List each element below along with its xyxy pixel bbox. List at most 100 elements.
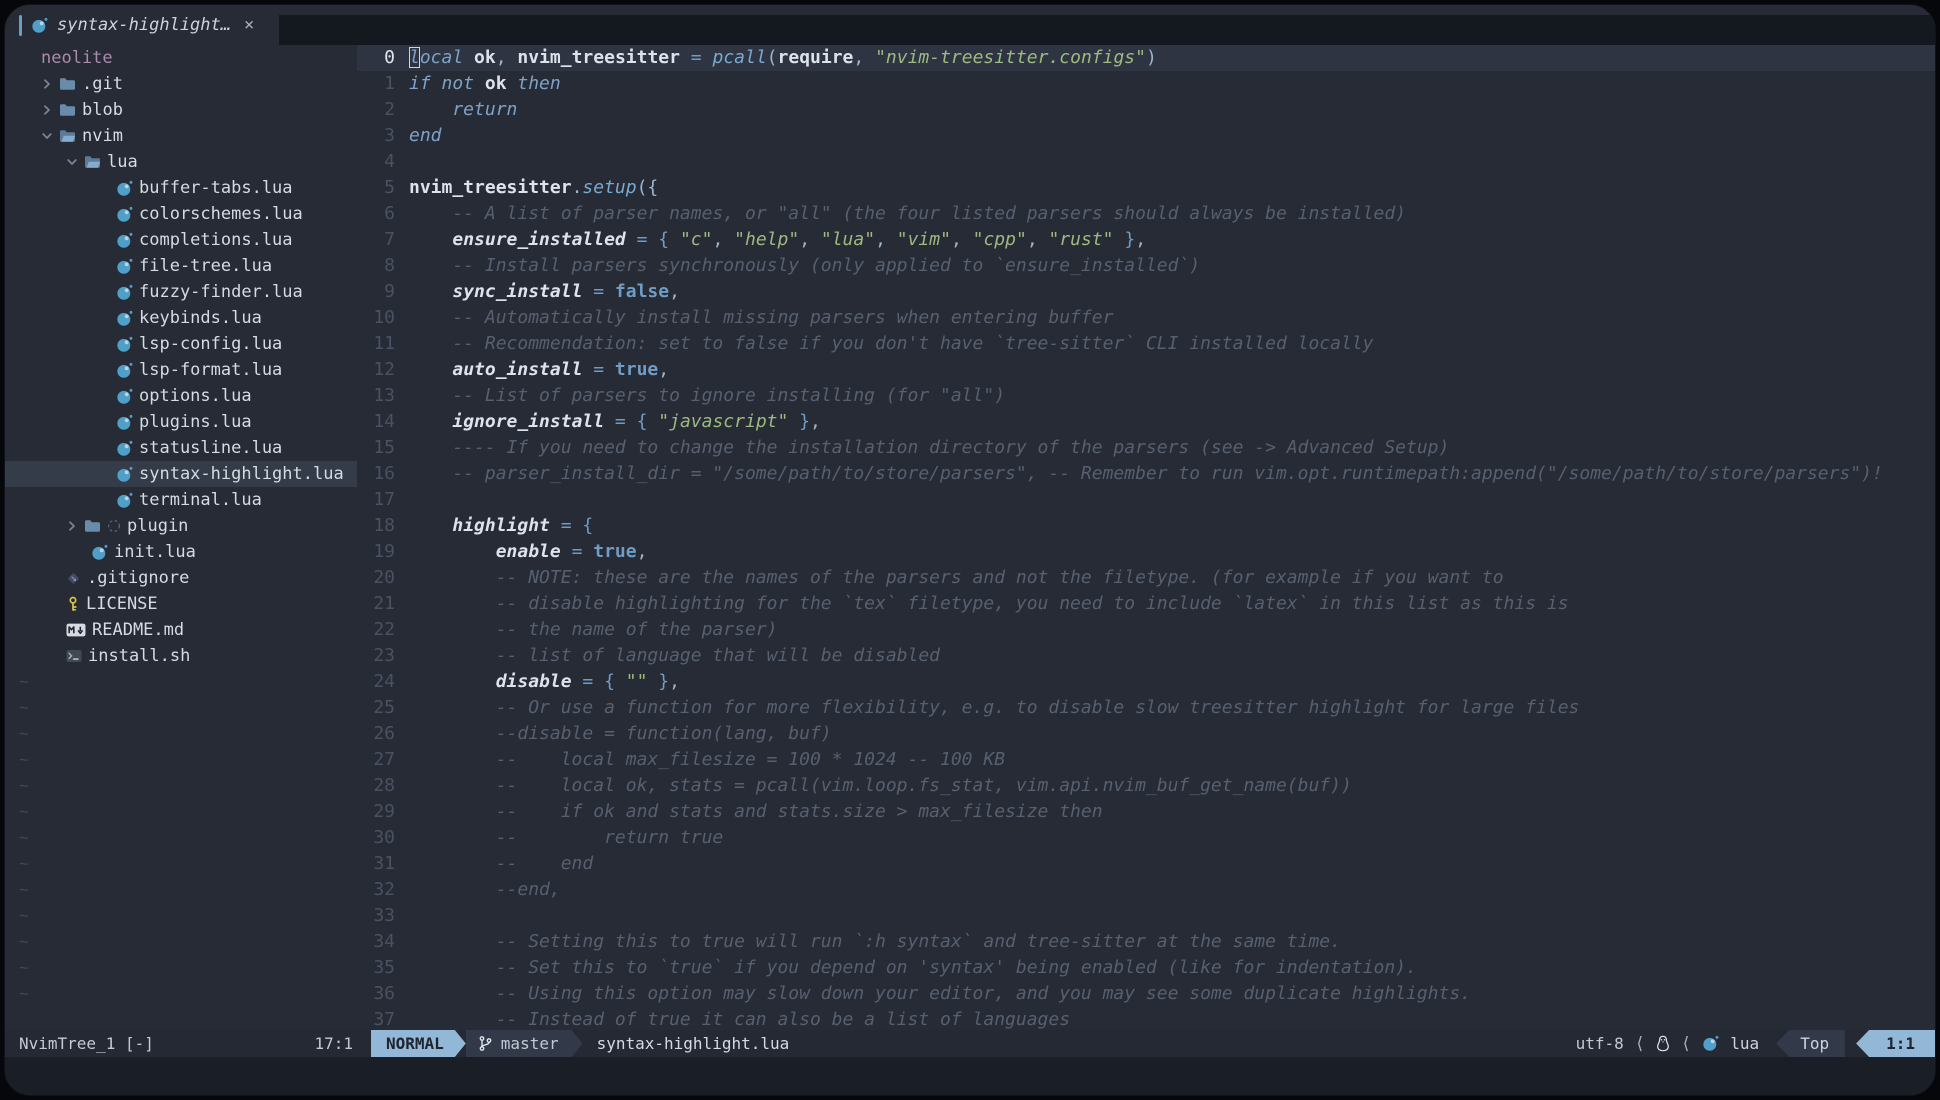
mode-indicator: NORMAL	[371, 1030, 466, 1057]
code-line-23[interactable]: 23 -- list of language that will be disa…	[357, 643, 1935, 669]
tree-item-terminal.lua[interactable]: terminal.lua	[5, 487, 357, 513]
tree-item-label: syntax-highlight.lua	[139, 464, 344, 484]
tree-item-fuzzy-finder.lua[interactable]: fuzzy-finder.lua	[5, 279, 357, 305]
code-line-8[interactable]: 8 -- Install parsers synchronously (only…	[357, 253, 1935, 279]
code-line-22[interactable]: 22 -- the name of the parser)	[357, 617, 1935, 643]
code-line-5[interactable]: 5nvim_treesitter.setup({	[357, 175, 1935, 201]
tree-item-init.lua[interactable]: init.lua	[5, 539, 357, 565]
code-line-11[interactable]: 11 -- Recommendation: set to false if yo…	[357, 331, 1935, 357]
tree-item-label: .gitignore	[87, 568, 189, 588]
tree-item-colorschemes.lua[interactable]: colorschemes.lua	[5, 201, 357, 227]
tree-item-completions.lua[interactable]: completions.lua	[5, 227, 357, 253]
buffer-tab[interactable]: syntax-highlight… ×	[5, 5, 279, 45]
code-editor[interactable]: 0local ok, nvim_treesitter = pcall(requi…	[357, 45, 1935, 1030]
code-line-35[interactable]: 35 -- Set this to `true` if you depend o…	[357, 955, 1935, 981]
tree-item-nvim[interactable]: nvim	[5, 123, 357, 149]
tree-item-options.lua[interactable]: options.lua	[5, 383, 357, 409]
code-line-32[interactable]: 32 --end,	[357, 877, 1935, 903]
code-line-34[interactable]: 34 -- Setting this to true will run `:h …	[357, 929, 1935, 955]
chevron-right-icon[interactable]	[41, 78, 53, 90]
code-line-text: -- local max_filesize = 100 * 1024 -- 10…	[409, 747, 1005, 773]
code-line-14[interactable]: 14 ignore_install = { "javascript" },	[357, 409, 1935, 435]
chevron-right-icon[interactable]	[66, 520, 78, 532]
tree-item-install.sh[interactable]: install.sh	[5, 643, 357, 669]
tree-item-license[interactable]: LICENSE	[5, 591, 357, 617]
code-line-24[interactable]: 24 disable = { "" },	[357, 669, 1935, 695]
code-line-0[interactable]: 0local ok, nvim_treesitter = pcall(requi…	[357, 45, 1935, 71]
tree-item-plugins.lua[interactable]: plugins.lua	[5, 409, 357, 435]
code-line-text: -- Using this option may slow down your …	[409, 981, 1471, 1007]
code-line-10[interactable]: 10 -- Automatically install missing pars…	[357, 305, 1935, 331]
code-line-27[interactable]: 27 -- local max_filesize = 100 * 1024 --…	[357, 747, 1935, 773]
tree-item-syntax-highlight.lua[interactable]: syntax-highlight.lua	[5, 461, 357, 487]
close-icon[interactable]: ×	[244, 15, 254, 35]
code-line-17[interactable]: 17	[357, 487, 1935, 513]
empty-line-tilde: ~	[5, 721, 357, 747]
tree-item-label: colorschemes.lua	[139, 204, 303, 224]
chevron-right-icon[interactable]	[41, 104, 53, 116]
code-line-37[interactable]: 37 -- Instead of true it can also be a l…	[357, 1007, 1935, 1030]
code-line-36[interactable]: 36 -- Using this option may slow down yo…	[357, 981, 1935, 1007]
tree-item-lsp-format.lua[interactable]: lsp-format.lua	[5, 357, 357, 383]
tree-item-label: options.lua	[139, 386, 252, 406]
code-line-28[interactable]: 28 -- local ok, stats = pcall(vim.loop.f…	[357, 773, 1935, 799]
code-line-text: return	[409, 97, 517, 123]
tree-item-lua[interactable]: lua	[5, 149, 357, 175]
tree-item-keybinds.lua[interactable]: keybinds.lua	[5, 305, 357, 331]
line-number: 7	[357, 227, 409, 253]
code-line-text: -- Or use a function for more flexibilit…	[409, 695, 1579, 721]
code-line-33[interactable]: 33	[357, 903, 1935, 929]
lua-icon	[91, 544, 108, 561]
tree-item-readme.md[interactable]: README.md	[5, 617, 357, 643]
code-line-26[interactable]: 26 --disable = function(lang, buf)	[357, 721, 1935, 747]
tree-item-.git[interactable]: .git	[5, 71, 357, 97]
code-line-29[interactable]: 29 -- if ok and stats and stats.size > m…	[357, 799, 1935, 825]
code-line-4[interactable]: 4	[357, 149, 1935, 175]
folder-icon	[59, 103, 76, 117]
shell-icon	[66, 649, 82, 663]
tree-item-buffer-tabs.lua[interactable]: buffer-tabs.lua	[5, 175, 357, 201]
line-number: 30	[357, 825, 409, 851]
code-line-25[interactable]: 25 -- Or use a function for more flexibi…	[357, 695, 1935, 721]
code-line-21[interactable]: 21 -- disable highlighting for the `tex`…	[357, 591, 1935, 617]
tree-item-file-tree.lua[interactable]: file-tree.lua	[5, 253, 357, 279]
tree-item-plugin[interactable]: plugin	[5, 513, 357, 539]
code-line-31[interactable]: 31 -- end	[357, 851, 1935, 877]
code-line-20[interactable]: 20 -- NOTE: these are the names of the p…	[357, 565, 1935, 591]
chevron-down-icon[interactable]	[66, 156, 78, 168]
lua-icon	[116, 414, 133, 431]
code-line-text: sync_install = false,	[409, 279, 680, 305]
code-line-7[interactable]: 7 ensure_installed = { "c", "help", "lua…	[357, 227, 1935, 253]
chevron-down-icon[interactable]	[41, 130, 53, 142]
tree-item-label: nvim	[82, 126, 123, 146]
empty-line-tilde: ~	[5, 929, 357, 955]
tree-item-blob[interactable]: blob	[5, 97, 357, 123]
code-line-3[interactable]: 3end	[357, 123, 1935, 149]
tree-item-neolite[interactable]: neolite	[5, 45, 357, 71]
tree-item-.gitignore[interactable]: .gitignore	[5, 565, 357, 591]
tree-item-label: terminal.lua	[139, 490, 262, 510]
code-line-9[interactable]: 9 sync_install = false,	[357, 279, 1935, 305]
code-line-15[interactable]: 15 ---- If you need to change the instal…	[357, 435, 1935, 461]
line-number: 29	[357, 799, 409, 825]
code-line-6[interactable]: 6 -- A list of parser names, or "all" (t…	[357, 201, 1935, 227]
empty-line-tilde: ~	[5, 747, 357, 773]
code-line-2[interactable]: 2 return	[357, 97, 1935, 123]
tree-item-statusline.lua[interactable]: statusline.lua	[5, 435, 357, 461]
code-line-19[interactable]: 19 enable = true,	[357, 539, 1935, 565]
line-number: 19	[357, 539, 409, 565]
tab-title: syntax-highlight…	[57, 15, 231, 35]
code-line-1[interactable]: 1if not ok then	[357, 71, 1935, 97]
code-line-18[interactable]: 18 highlight = {	[357, 513, 1935, 539]
line-number: 11	[357, 331, 409, 357]
lua-icon	[116, 284, 133, 301]
code-line-text: --end,	[409, 877, 561, 903]
line-number: 26	[357, 721, 409, 747]
tree-item-lsp-config.lua[interactable]: lsp-config.lua	[5, 331, 357, 357]
code-line-12[interactable]: 12 auto_install = true,	[357, 357, 1935, 383]
code-line-16[interactable]: 16 -- parser_install_dir = "/some/path/t…	[357, 461, 1935, 487]
code-line-13[interactable]: 13 -- List of parsers to ignore installi…	[357, 383, 1935, 409]
tree-item-label: file-tree.lua	[139, 256, 272, 276]
tree-item-label: LICENSE	[86, 594, 158, 614]
code-line-30[interactable]: 30 -- return true	[357, 825, 1935, 851]
